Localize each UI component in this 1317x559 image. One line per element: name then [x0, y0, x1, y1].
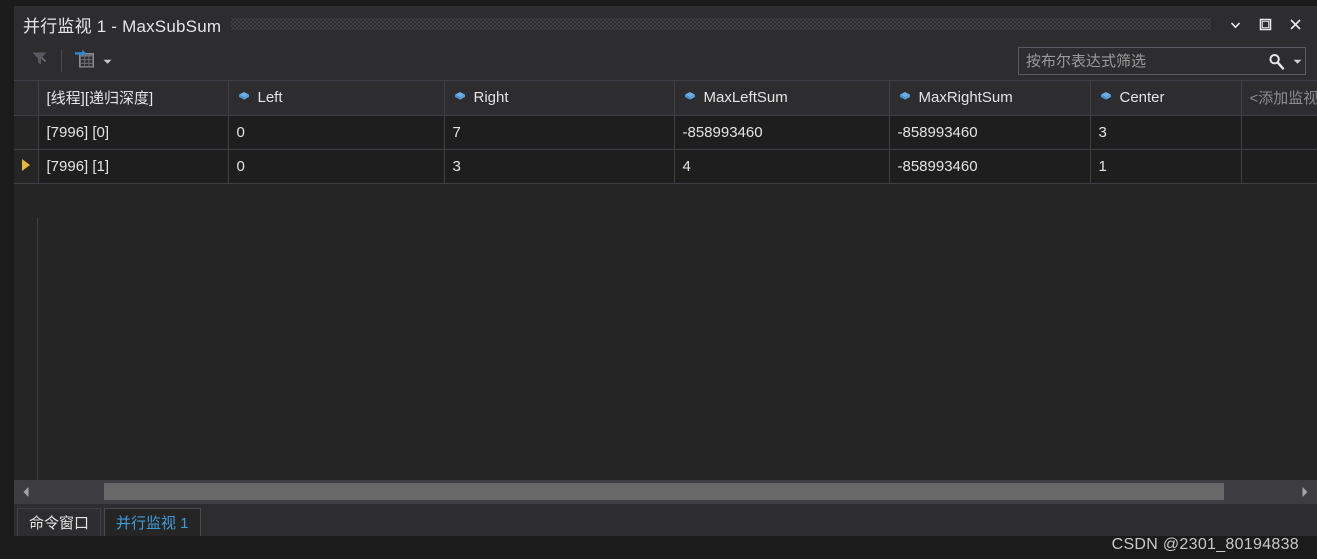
row-gutter [14, 115, 39, 150]
group-by-dropdown-caret[interactable] [99, 47, 115, 75]
window-dropdown-button[interactable] [1221, 11, 1249, 37]
group-table-icon [74, 48, 95, 74]
cell-maxleftsum[interactable]: -858993460 [674, 115, 890, 150]
variable-icon [1099, 89, 1113, 107]
cell-center[interactable]: 3 [1090, 115, 1242, 150]
cell-maxrightsum[interactable]: -858993460 [889, 115, 1091, 150]
cell-right[interactable]: 3 [444, 149, 675, 184]
grid-gutter-strip [14, 218, 38, 480]
variable-icon [898, 89, 912, 107]
filter-icon [30, 49, 49, 73]
group-by-button[interactable] [69, 47, 99, 75]
cell-add-watch[interactable] [1241, 115, 1317, 150]
column-header-add-watch[interactable]: <添加监视 [1241, 81, 1317, 116]
tab-label: 并行监视 1 [116, 515, 189, 532]
column-header-label: <添加监视 [1249, 90, 1317, 108]
cell-maxleftsum[interactable]: 4 [674, 149, 890, 184]
toolbar-separator [61, 50, 62, 72]
column-header-maxrightsum[interactable]: MaxRightSum [889, 81, 1091, 116]
watch-table: [线程][递归深度] Left Right MaxLeftSum MaxRigh… [14, 81, 1317, 184]
table-row[interactable]: [7996] [0] 0 7 -858993460 -858993460 3 [14, 115, 1317, 150]
parallel-watch-window: 并行监视 1 - MaxSubSum 按布尔表达式筛选 [线程][递归深度] L… [0, 0, 1317, 559]
title-bar: 并行监视 1 - MaxSubSum [14, 6, 1317, 42]
row-gutter-current [14, 149, 39, 184]
column-header-left[interactable]: Left [228, 81, 445, 116]
variable-icon [683, 89, 697, 107]
cell-center[interactable]: 1 [1090, 149, 1242, 184]
grid-empty-area [14, 218, 1317, 480]
column-header-center[interactable]: Center [1090, 81, 1242, 116]
scroll-left-button[interactable] [14, 480, 38, 504]
watermark: CSDN @2301_80194838 [1111, 536, 1299, 553]
drag-handle-dots[interactable] [231, 18, 1211, 30]
column-header-label: Center [1119, 89, 1165, 107]
tab-parallel-watch-1[interactable]: 并行监视 1 [104, 508, 201, 536]
search-icon[interactable] [1263, 48, 1289, 74]
cell-thread-depth[interactable]: [7996] [0] [38, 115, 229, 150]
column-header-label: Left [257, 89, 283, 107]
column-header-label: MaxRightSum [918, 89, 1013, 107]
cell-add-watch[interactable] [1241, 149, 1317, 184]
tool-window-panel: 并行监视 1 - MaxSubSum 按布尔表达式筛选 [线程][递归深度] L… [14, 6, 1317, 536]
scroll-right-button[interactable] [1293, 480, 1317, 504]
bottom-tab-strip: 命令窗口 并行监视 1 [14, 504, 1317, 536]
column-header-label: MaxLeftSum [703, 89, 788, 107]
horizontal-scrollbar[interactable] [14, 480, 1317, 504]
cell-right[interactable]: 7 [444, 115, 675, 150]
watch-grid: [线程][递归深度] Left Right MaxLeftSum MaxRigh… [14, 80, 1317, 480]
tab-command-window[interactable]: 命令窗口 [17, 508, 102, 536]
filter-button[interactable] [24, 47, 54, 75]
variable-icon [453, 89, 467, 107]
cell-maxrightsum[interactable]: -858993460 [889, 149, 1091, 184]
window-controls [1221, 11, 1317, 37]
window-maximize-button[interactable] [1251, 11, 1279, 37]
toolbar [14, 42, 1317, 80]
cell-left[interactable]: 0 [228, 115, 445, 150]
search-input[interactable] [1019, 48, 1263, 74]
scrollbar-thumb[interactable] [104, 483, 1224, 500]
column-header-thread-depth[interactable]: [线程][递归深度] [38, 81, 229, 116]
cell-left[interactable]: 0 [228, 149, 445, 184]
search-dropdown-caret[interactable] [1289, 48, 1305, 74]
variable-icon [237, 89, 251, 107]
header-gutter [14, 81, 39, 116]
table-header-row: [线程][递归深度] Left Right MaxLeftSum MaxRigh… [14, 81, 1317, 116]
column-header-maxleftsum[interactable]: MaxLeftSum [674, 81, 890, 116]
cell-thread-depth[interactable]: [7996] [1] [38, 149, 229, 184]
column-header-label: [线程][递归深度] [46, 90, 154, 108]
scrollbar-track[interactable] [38, 480, 1293, 504]
filter-search-box[interactable] [1018, 47, 1306, 75]
current-row-marker-icon [21, 158, 30, 171]
column-header-label: Right [473, 89, 509, 107]
table-row[interactable]: [7996] [1] 0 3 4 -858993460 1 [14, 149, 1317, 184]
window-title: 并行监视 1 - MaxSubSum [23, 16, 222, 36]
window-close-button[interactable] [1281, 11, 1309, 37]
tab-label: 命令窗口 [29, 515, 90, 532]
column-header-right[interactable]: Right [444, 81, 675, 116]
